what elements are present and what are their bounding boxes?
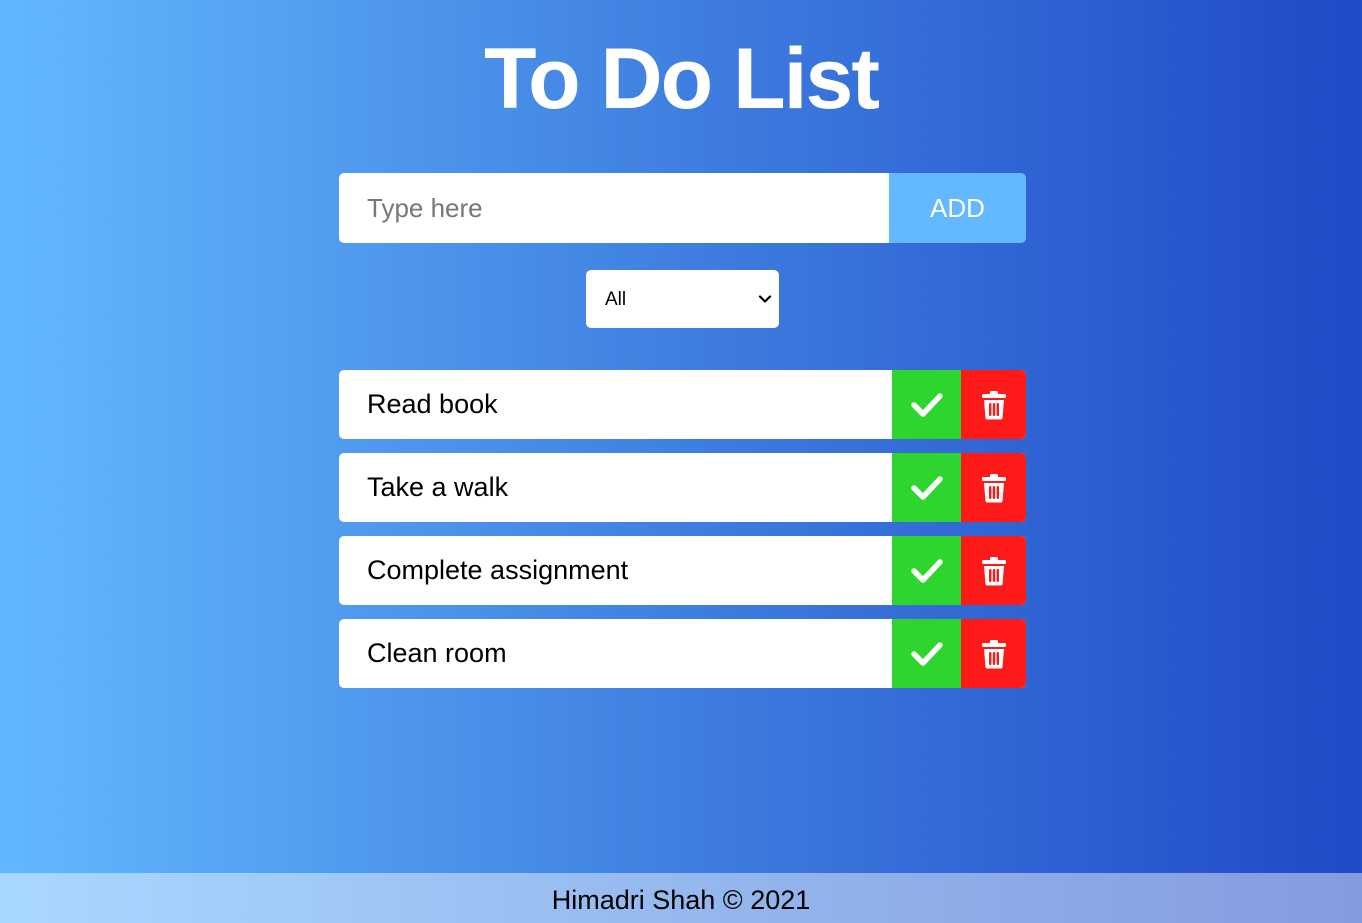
todo-input[interactable]	[339, 173, 889, 243]
trash-icon	[981, 473, 1006, 502]
todo-text: Complete assignment	[367, 555, 629, 585]
check-icon	[910, 392, 943, 417]
delete-button[interactable]	[961, 370, 1026, 439]
check-icon	[910, 475, 943, 500]
todo-item: Complete assignment	[339, 536, 1026, 605]
complete-button[interactable]	[892, 453, 961, 522]
todo-text: Take a walk	[367, 472, 509, 502]
add-button[interactable]: ADD	[889, 173, 1026, 243]
todo-text: Read book	[367, 389, 498, 419]
trash-icon	[981, 390, 1006, 419]
complete-button[interactable]	[892, 370, 961, 439]
filter-select[interactable]: All	[586, 270, 779, 328]
delete-button[interactable]	[961, 453, 1026, 522]
filter-dropdown[interactable]: All	[586, 270, 779, 328]
check-icon	[910, 641, 943, 666]
check-icon	[910, 558, 943, 583]
todo-item: Read book	[339, 370, 1026, 439]
footer-text: Himadri Shah © 2021	[551, 885, 811, 915]
page-title: To Do List	[483, 31, 880, 127]
delete-button[interactable]	[961, 536, 1026, 605]
todo-list: Read book Take a walk Complete assignmen…	[339, 370, 1026, 702]
complete-button[interactable]	[892, 619, 961, 688]
todo-item: Take a walk	[339, 453, 1026, 522]
todo-text: Clean room	[367, 638, 507, 668]
add-todo-form: ADD	[339, 173, 1026, 243]
footer: Himadri Shah © 2021	[0, 873, 1362, 923]
complete-button[interactable]	[892, 536, 961, 605]
trash-icon	[981, 556, 1006, 585]
todo-item: Clean room	[339, 619, 1026, 688]
trash-icon	[981, 639, 1006, 668]
delete-button[interactable]	[961, 619, 1026, 688]
